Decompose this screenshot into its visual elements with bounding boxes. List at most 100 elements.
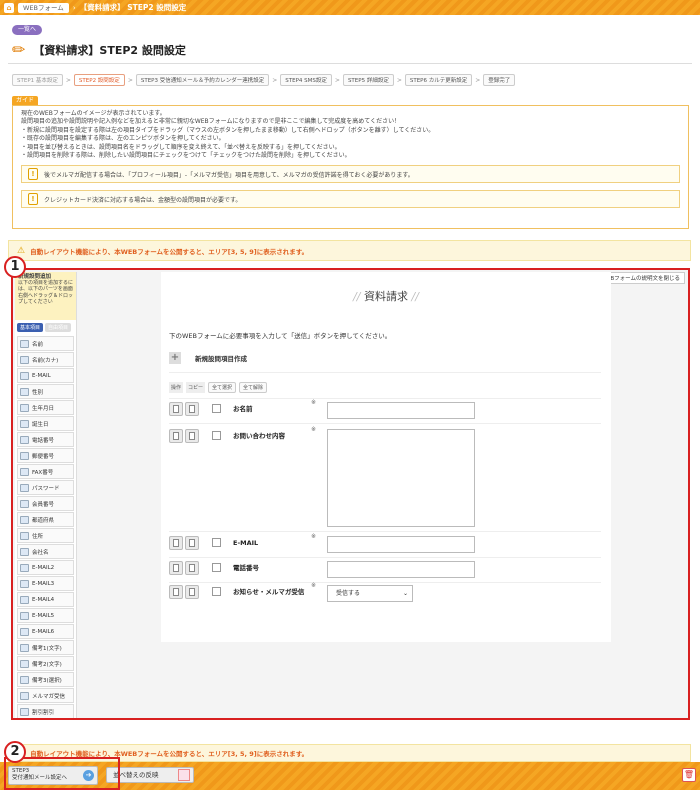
delete-checkbox[interactable] <box>212 431 221 440</box>
email-input[interactable] <box>327 536 475 553</box>
sidebar-item-label: 割引割引 <box>32 709 55 716</box>
delete-checkbox[interactable] <box>212 404 221 413</box>
divider <box>169 423 601 424</box>
phone-input[interactable] <box>327 561 475 578</box>
step-2[interactable]: STEP2 設問設定 <box>73 74 125 86</box>
question-label[interactable]: 電話番号 <box>233 564 313 573</box>
step-6[interactable]: STEP6 カルテ更新設定 <box>404 74 473 86</box>
delete-checkbox[interactable] <box>212 563 221 572</box>
breadcrumb-webform[interactable]: WEBフォーム <box>18 2 69 13</box>
sidebar-item[interactable]: 性別 <box>17 384 74 399</box>
step-arrow-icon: > <box>334 76 340 84</box>
sidebar-item[interactable]: FAX番号 <box>17 464 74 479</box>
sidebar-item[interactable]: 生年月日 <box>17 400 74 415</box>
guide-line: ・項目を並び替えるときは、設問項目名をドラッグして順序を変え終えて、「並べ替えを… <box>21 143 341 151</box>
field-type-icon <box>20 387 29 396</box>
highlight-box-2 <box>4 757 120 790</box>
step-1[interactable]: STEP1 基本設定 <box>12 74 63 86</box>
trash-icon[interactable]: 🗑 <box>682 768 696 782</box>
required-mark: ※ <box>311 582 317 589</box>
field-type-icon <box>20 707 29 716</box>
sidebar-item[interactable]: パスワード <box>17 480 74 495</box>
field-type-icon <box>20 627 29 636</box>
breadcrumb-current: 【資料請求】 STEP2 設問設定 <box>79 3 187 12</box>
home-icon[interactable]: ⌂ <box>4 2 14 13</box>
delete-checkbox[interactable] <box>212 538 221 547</box>
breadcrumb-separator: › <box>72 3 76 12</box>
question-label[interactable]: お名前 <box>233 405 313 414</box>
form-editor: 新規設問追加 以下の項目を追加するには、以下のパーツを画面右側へドラッグ＆ドロッ… <box>11 268 690 720</box>
copy-button[interactable] <box>185 402 199 416</box>
sidebar-item[interactable]: E-MAIL5 <box>17 608 74 623</box>
pencil-icon <box>173 539 179 547</box>
edit-pencil-button[interactable] <box>169 585 183 599</box>
step-navigation: STEP1 基本設定 > STEP2 設問設定 > STEP3 受信通知メール＆… <box>12 74 516 86</box>
sidebar-item[interactable]: 都道府県 <box>17 512 74 527</box>
field-type-icon <box>20 339 29 348</box>
sidebar-item[interactable]: 備考1(文字) <box>17 640 74 655</box>
question-label[interactable]: お問い合わせ内容 <box>233 432 313 441</box>
inquiry-textarea[interactable] <box>327 429 475 527</box>
sidebar-item-label: E-MAIL6 <box>32 628 55 635</box>
sidebar-tabs: 基本項目 自由項目 <box>15 320 76 335</box>
edit-pencil-button[interactable] <box>169 429 183 443</box>
sidebar-item[interactable]: 郵便番号 <box>17 448 74 463</box>
edit-pencil-button[interactable] <box>169 402 183 416</box>
step-3[interactable]: STEP3 受信通知メール＆予約カレンダー連携設定 <box>135 74 270 86</box>
tab-basic-items[interactable]: 基本項目 <box>17 323 44 332</box>
copy-button[interactable] <box>185 536 199 550</box>
copy-button[interactable] <box>185 561 199 575</box>
sidebar-item[interactable]: E-MAIL2 <box>17 560 74 575</box>
sidebar-item[interactable]: 電話番号 <box>17 432 74 447</box>
sidebar-item[interactable]: 備考2(文字) <box>17 656 74 671</box>
step-5[interactable]: STEP5 詳細設定 <box>342 74 394 86</box>
divider <box>8 63 692 64</box>
uncheck-all-button[interactable]: 全て解除 <box>239 382 268 393</box>
tab-custom-items[interactable]: 自由項目 <box>45 323 72 332</box>
edit-pencil-button[interactable] <box>169 536 183 550</box>
field-type-icon <box>20 451 29 460</box>
guide-box: 現在のWEBフォームのイメージが表示されています。 設問項目の追加や設問説明や記… <box>12 105 689 229</box>
field-type-icon <box>20 659 29 668</box>
bulk-operations: 操作 コピー 全て選択 全て解除 <box>169 382 268 393</box>
field-type-icon <box>20 547 29 556</box>
pencil-icon: ✏ <box>12 40 26 59</box>
sidebar-item[interactable]: 会員番号 <box>17 496 74 511</box>
sidebar-item-label: メルマガ受信 <box>32 693 66 700</box>
pencil-icon <box>173 588 179 596</box>
sidebar-item-label: 会社名 <box>32 549 49 556</box>
step-complete[interactable]: 登録完了 <box>483 74 516 86</box>
back-to-list-button[interactable]: 一覧へ <box>12 25 43 35</box>
sidebar-item[interactable]: メルマガ受信 <box>17 688 74 703</box>
copy-button[interactable] <box>185 429 199 443</box>
sidebar-item[interactable]: E-MAIL <box>17 368 74 383</box>
sidebar-item[interactable]: 誕生日 <box>17 416 74 431</box>
sidebar-item[interactable]: 住所 <box>17 528 74 543</box>
question-label[interactable]: E-MAIL <box>233 539 313 548</box>
newsletter-select[interactable]: 受信する ⌄ <box>327 585 413 602</box>
copy-button[interactable] <box>185 585 199 599</box>
edit-pencil-button[interactable] <box>169 561 183 575</box>
plus-icon[interactable]: + <box>169 352 181 364</box>
question-label[interactable]: お知らせ・メルマガ受信 <box>233 588 313 597</box>
delete-checkbox[interactable] <box>212 587 221 596</box>
sidebar-item[interactable]: 名前(カナ) <box>17 352 74 367</box>
sidebar-item[interactable]: 会社名 <box>17 544 74 559</box>
sidebar-item[interactable]: 割引割引 <box>17 704 74 718</box>
name-input[interactable] <box>327 402 475 419</box>
sidebar-instructions: 以下の項目を追加するには、以下のパーツを画面右側へドラッグ＆ドロップしてください <box>18 280 74 305</box>
exclamation-icon: ! <box>28 168 38 181</box>
check-all-button[interactable]: 全て選択 <box>208 382 237 393</box>
sidebar-item[interactable]: 名前 <box>17 336 74 351</box>
notice-mailmag: ! 後でメルマガ配信する場合は、「プロフィール項目」-「メルマガ受信」項目を用意… <box>21 165 680 184</box>
sidebar-item-label: 電話番号 <box>32 437 55 444</box>
step-4[interactable]: STEP4 SMS設定 <box>280 74 332 86</box>
sidebar-header: 新規設問追加 以下の項目を追加するには、以下のパーツを画面右側へドラッグ＆ドロッ… <box>15 272 76 320</box>
sidebar-item[interactable]: E-MAIL4 <box>17 592 74 607</box>
new-question-row[interactable]: + 新規設問項目作成 <box>169 352 247 364</box>
sidebar-item[interactable]: 備考3(選択) <box>17 672 74 687</box>
sidebar-item[interactable]: E-MAIL6 <box>17 624 74 639</box>
sidebar-item[interactable]: E-MAIL3 <box>17 576 74 591</box>
item-type-sidebar: 新規設問追加 以下の項目を追加するには、以下のパーツを画面右側へドラッグ＆ドロッ… <box>15 272 77 718</box>
field-type-icon <box>20 515 29 524</box>
